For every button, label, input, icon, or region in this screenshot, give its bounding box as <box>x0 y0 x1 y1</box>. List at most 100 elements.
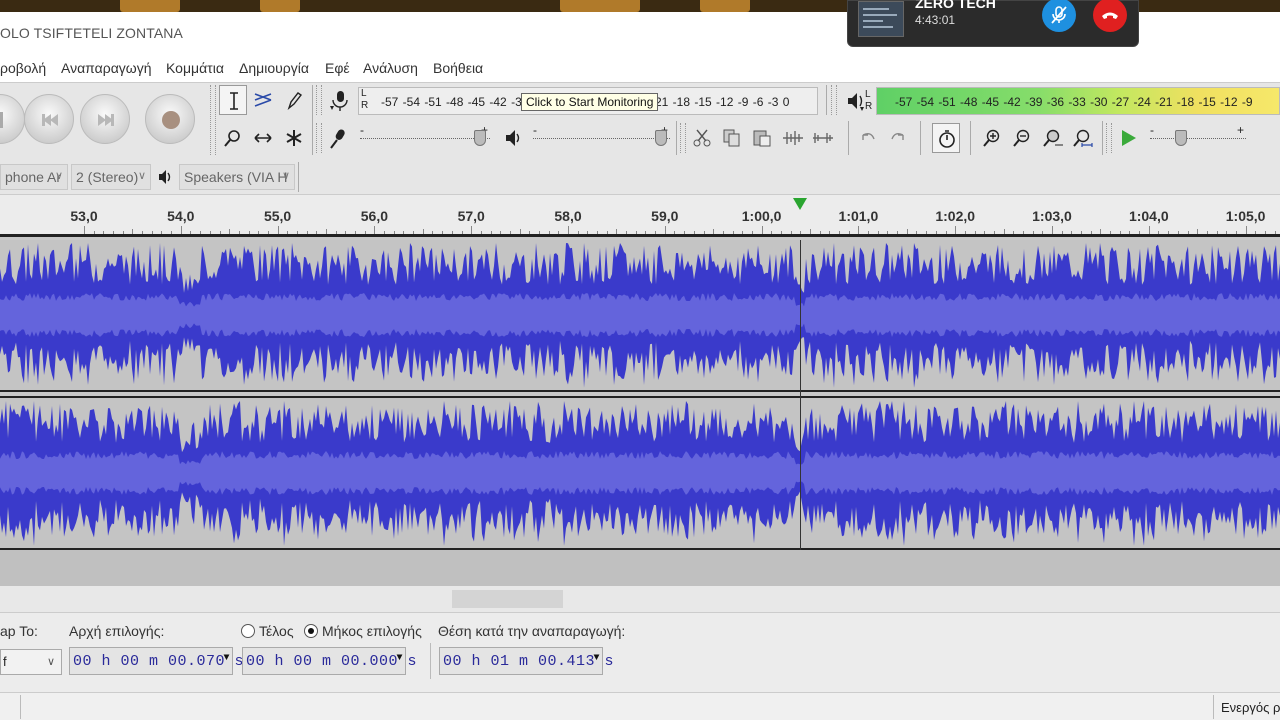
recording-volume-slider[interactable]: - + <box>360 123 490 149</box>
horizontal-scrollbar[interactable] <box>0 586 1280 612</box>
toolbar-grip[interactable] <box>680 123 686 153</box>
snap-to-label: ap To: <box>0 623 38 639</box>
skip-start-icon <box>42 114 58 126</box>
call-overlay[interactable]: ZERO TECH 4:43:01 <box>847 0 1139 47</box>
status-text: Ενεργός ρ <box>1221 700 1280 715</box>
time-shift-tool[interactable] <box>249 123 277 153</box>
ruler-label: 58,0 <box>554 208 582 224</box>
playhead-marker[interactable] <box>793 198 807 210</box>
chevron-down-icon: ∨ <box>46 656 55 668</box>
silence-icon <box>813 133 833 143</box>
draw-tool[interactable] <box>280 85 308 115</box>
ruler-label: 57,0 <box>457 208 485 224</box>
ruler-label: 1:02,0 <box>935 208 976 224</box>
i-beam-icon <box>230 92 238 110</box>
skip-to-start-button[interactable] <box>24 94 74 144</box>
menu-help[interactable]: Βοήθεια <box>433 60 483 76</box>
record-button[interactable] <box>145 94 195 144</box>
chevron-down-icon: ∨ <box>281 170 290 182</box>
playback-volume-slider[interactable]: - + <box>533 123 670 149</box>
ruler-tick <box>1148 226 1150 234</box>
playback-device-select[interactable]: Speakers (VIA H ∨ <box>179 164 295 190</box>
skip-end-icon <box>98 114 114 126</box>
recording-device-select[interactable]: phone Ar ∨ <box>0 164 68 190</box>
menu-bar: ροβολή Αναπαραγωγή Κομμάτια Δημιουργία Ε… <box>0 52 1280 82</box>
menu-analyze[interactable]: Ανάλυση <box>363 60 418 76</box>
zoom-tool[interactable] <box>219 123 247 153</box>
length-radio[interactable] <box>304 624 318 638</box>
fit-selection-button[interactable] <box>1038 123 1066 153</box>
ruler-label: 59,0 <box>651 208 679 224</box>
menu-tracks[interactable]: Κομμάτια <box>166 60 224 76</box>
selection-length-field[interactable]: 00 h 00 m 00.000 s ▼ <box>242 647 417 675</box>
selection-start-label: Αρχή επιλογής: <box>69 623 165 639</box>
ruler-tick <box>277 226 279 234</box>
timeline-ruler[interactable]: 53,0 54,0 55,0 56,0 57,0 58,0 59,0 1:00,0 1:01,0… <box>0 194 1280 234</box>
ruler-label: 1:03,0 <box>1032 208 1072 224</box>
toolbar-grip[interactable] <box>316 85 322 115</box>
scrollbar-thumb[interactable] <box>452 590 563 608</box>
asterisk-icon <box>286 130 302 146</box>
scissors-icon <box>693 129 711 147</box>
zoom-out-button[interactable] <box>1008 123 1036 153</box>
selection-start-field[interactable]: 00 h 00 m 00.070 s ▼ <box>69 647 244 675</box>
toolbar-grip[interactable] <box>1106 123 1112 153</box>
track-channel-left[interactable] <box>0 240 1280 390</box>
sync-lock-button[interactable] <box>932 123 960 153</box>
toolbar-grip[interactable] <box>316 123 322 153</box>
envelope-tool[interactable] <box>249 85 277 115</box>
toolbar-grip[interactable] <box>210 85 216 155</box>
playback-meter[interactable]: -57 -54 -51 -48 -45 -42 -39 -36 -33 -30 … <box>876 87 1280 115</box>
menu-view[interactable]: ροβολή <box>0 60 46 76</box>
record-meter-button[interactable] <box>324 85 358 115</box>
trim-button[interactable] <box>778 123 806 153</box>
recording-channels-select[interactable]: 2 (Stereo) ∨ <box>71 164 151 190</box>
cut-button[interactable] <box>688 123 716 153</box>
skip-to-end-button[interactable] <box>80 94 130 144</box>
playback-lr-label: LR <box>865 89 873 112</box>
copy-button[interactable] <box>718 123 746 153</box>
mute-microphone-button[interactable] <box>1042 0 1076 32</box>
play-speed-slider[interactable]: - + <box>1150 123 1246 149</box>
end-radio[interactable] <box>241 624 255 638</box>
stop-button[interactable] <box>0 94 25 144</box>
end-call-button[interactable] <box>1093 0 1127 32</box>
window-title: OLO TSIFTETELI ZONTANA <box>0 25 183 41</box>
ruler-tick <box>1245 226 1247 234</box>
menu-effect[interactable]: Εφέ <box>325 60 350 76</box>
channel-divider <box>0 390 1280 392</box>
menu-transport[interactable]: Αναπαραγωγή <box>61 60 152 76</box>
multi-tool[interactable] <box>280 123 308 153</box>
ruler-tick <box>84 226 85 234</box>
record-meter-ticks-left: -57 -54 -51 -48 -45 -42 -3 <box>381 95 522 109</box>
play-icon <box>1122 130 1136 146</box>
play-at-speed-button[interactable] <box>1114 123 1142 153</box>
fit-project-button[interactable] <box>1068 123 1096 153</box>
zoom-in-button[interactable] <box>978 123 1006 153</box>
ruler-tick <box>955 226 957 234</box>
playback-meter-ticks: -57 -54 -51 -48 -45 -42 -39 -36 -33 -30 … <box>895 95 1253 109</box>
redo-button[interactable] <box>884 123 912 153</box>
call-thumbnail <box>858 1 904 37</box>
toolbar-area: LR -57 -54 -51 -48 -45 -42 -3 21 -18 -15… <box>0 82 1280 160</box>
selection-toolbar: ap To: f ∨ Αρχή επιλογής: Τέλος Μήκος επι… <box>0 612 1280 692</box>
dropdown-arrow-icon: ▼ <box>223 653 230 664</box>
snap-to-select[interactable]: f ∨ <box>0 649 62 675</box>
track-empty-area[interactable] <box>0 550 1280 586</box>
ruler-tick <box>664 226 666 234</box>
paste-button[interactable] <box>748 123 776 153</box>
toolbar-grip[interactable] <box>831 85 837 115</box>
selection-tool[interactable] <box>219 85 247 115</box>
undo-icon <box>862 132 875 140</box>
call-name: ZERO TECH <box>915 0 996 11</box>
track-area[interactable] <box>0 234 1280 586</box>
menu-generate[interactable]: Δημιουργία <box>239 60 309 76</box>
ruler-label: 56,0 <box>360 208 389 224</box>
track-channel-right[interactable] <box>0 398 1280 548</box>
zoom-fit-icon <box>1073 129 1093 147</box>
audio-position-field[interactable]: 00 h 01 m 00.413 s ▼ <box>439 647 614 675</box>
undo-button[interactable] <box>854 123 882 153</box>
silence-button[interactable] <box>808 123 836 153</box>
speaker-icon <box>157 168 175 189</box>
speaker-icon <box>506 130 520 146</box>
